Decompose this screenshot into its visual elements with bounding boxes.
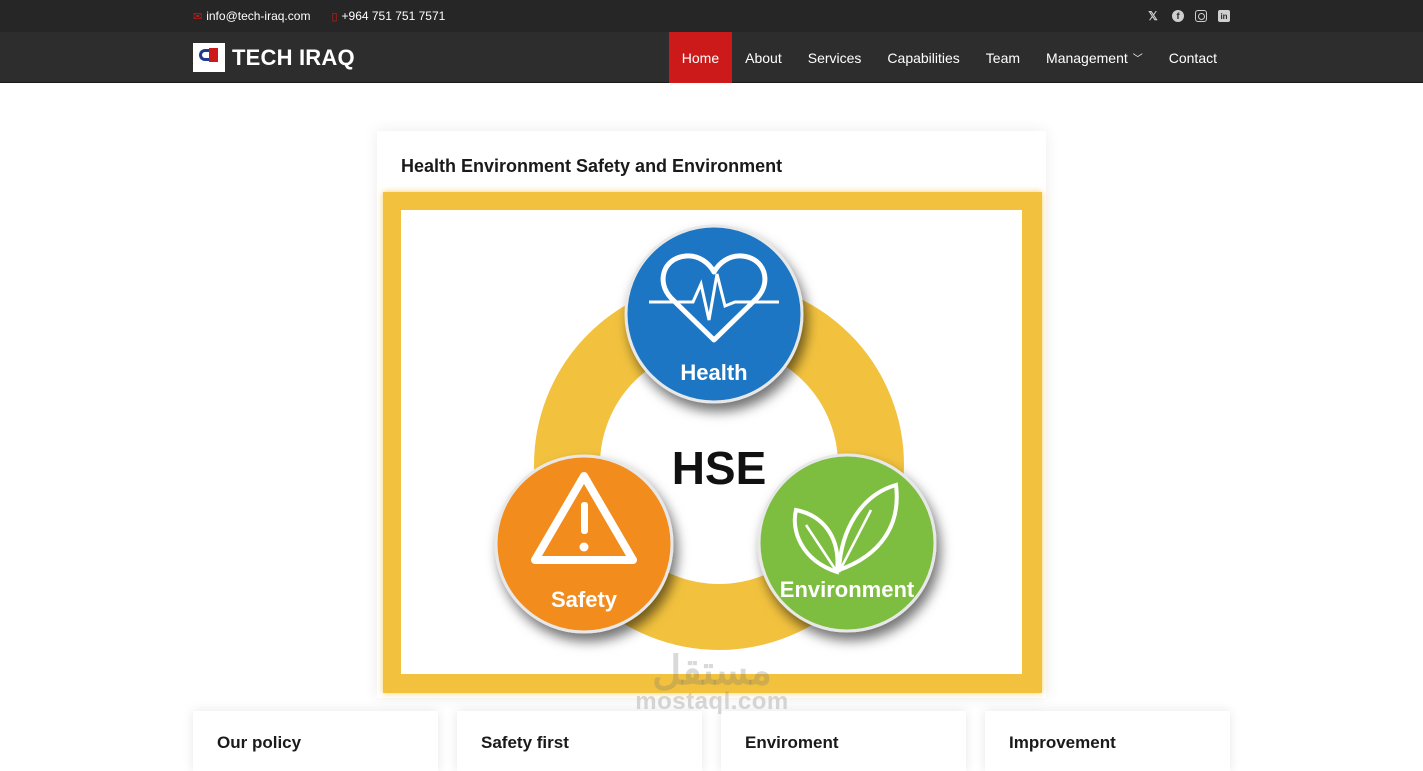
- card-title: Health Environment Safety and Environmen…: [401, 156, 783, 176]
- environment-label: Environment: [780, 577, 915, 602]
- safety-circle: Safety: [494, 454, 674, 634]
- mail-icon: ✉: [193, 10, 203, 23]
- feature-title: Our policy: [217, 733, 302, 752]
- social-links: 𝕏 f in: [1134, 8, 1230, 24]
- phone-link[interactable]: ▯ +964 751 751 7571: [331, 9, 445, 23]
- feature-title: Enviroment: [745, 733, 839, 752]
- hse-card: Health Environment Safety and Environmen…: [377, 131, 1046, 698]
- linkedin-icon[interactable]: in: [1218, 10, 1230, 22]
- feature-box[interactable]: Enviroment: [721, 711, 966, 771]
- safety-label: Safety: [551, 587, 618, 612]
- main-navbar: TECH IRAQ Home About Services Capabiliti…: [0, 32, 1423, 83]
- phone-text: +964 751 751 7571: [341, 9, 446, 23]
- hse-center-label: HSE: [672, 442, 767, 494]
- health-circle: Health: [624, 224, 804, 404]
- nav-capabilities[interactable]: Capabilities: [874, 32, 972, 83]
- logo-icon: [193, 43, 225, 72]
- watermark: مستقل mostaql.com: [622, 648, 802, 716]
- watermark-latin: mostaql.com: [635, 688, 789, 715]
- feature-box[interactable]: Improvement: [985, 711, 1230, 771]
- feature-box[interactable]: Our policy: [193, 711, 438, 771]
- phone-icon: ▯: [331, 10, 338, 23]
- email-text: info@tech-iraq.com: [206, 9, 311, 23]
- nav-services[interactable]: Services: [795, 32, 875, 83]
- top-bar: ✉ info@tech-iraq.com ▯ +964 751 751 7571…: [0, 0, 1423, 32]
- feature-title: Safety first: [481, 733, 569, 752]
- facebook-icon[interactable]: f: [1172, 10, 1184, 22]
- site-logo[interactable]: TECH IRAQ: [193, 43, 355, 72]
- nav-about[interactable]: About: [732, 32, 795, 83]
- nav-team[interactable]: Team: [973, 32, 1033, 83]
- feature-boxes: Our policy Safety first Enviroment Impro…: [193, 711, 1230, 771]
- nav-menu: Home About Services Capabilities Team Ma…: [668, 32, 1230, 83]
- hse-diagram-svg: HSE Health Safety Environment: [494, 224, 937, 650]
- feature-box[interactable]: Safety first: [457, 711, 702, 771]
- feature-title: Improvement: [1009, 733, 1116, 752]
- health-label: Health: [680, 360, 747, 385]
- chevron-down-icon: ﹀: [1132, 54, 1143, 65]
- hse-diagram: HSE Health Safety Environment: [401, 210, 1022, 674]
- contact-info: ✉ info@tech-iraq.com ▯ +964 751 751 7571: [193, 9, 466, 23]
- brand-name: TECH IRAQ: [232, 44, 355, 70]
- nav-home[interactable]: Home: [668, 32, 733, 83]
- nav-management-label: Management: [1046, 49, 1128, 66]
- hse-image-frame: HSE Health Safety Environment: [383, 192, 1042, 693]
- x-icon[interactable]: 𝕏: [1145, 8, 1161, 24]
- email-link[interactable]: ✉ info@tech-iraq.com: [193, 9, 310, 23]
- nav-management[interactable]: Management ﹀: [1033, 32, 1156, 83]
- instagram-icon[interactable]: [1195, 10, 1207, 22]
- nav-contact[interactable]: Contact: [1156, 32, 1230, 83]
- environment-circle: Environment: [757, 453, 937, 633]
